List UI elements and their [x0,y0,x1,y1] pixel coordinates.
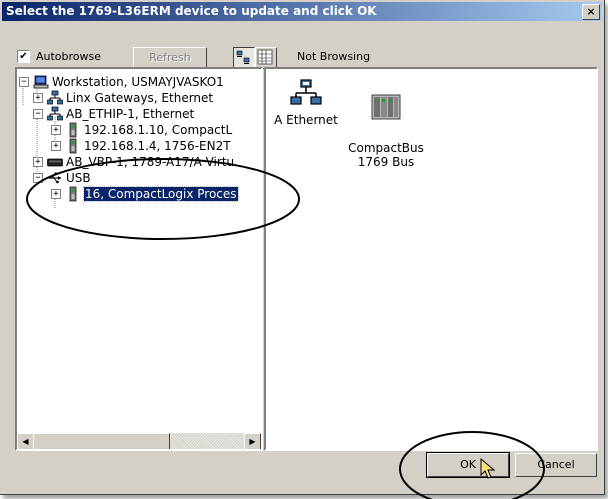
module-icon [69,186,77,202]
tree-node-expander[interactable]: − [33,109,43,119]
compactbus-icon [371,94,401,120]
network-icon [47,106,63,121]
device-item-compactbus[interactable]: CompactBus 1769 Bus [348,77,424,169]
tree-node-expander[interactable]: + [51,141,61,151]
title-bar[interactable]: Select the 1769-L36ERM device to update … [2,2,602,21]
browse-status: Not Browsing [297,50,371,63]
browse-toolbar: ✔ Autobrowse Refresh Not Browsing [15,47,595,69]
scroll-thumb[interactable] [33,433,170,449]
module-icon [69,138,77,154]
network-icon [47,90,63,105]
tree-node-label-selected: 16, CompactLogix Proces [83,186,239,202]
tree-node-expander[interactable]: − [19,77,29,87]
close-button[interactable]: × [582,4,600,20]
tree-node-expander[interactable]: + [33,93,43,103]
backplane-icon [47,158,63,167]
tree-node-label: USB [66,171,91,185]
list-view-icon [257,49,273,65]
cancel-button[interactable]: Cancel [515,453,597,477]
device-label: CompactBus 1769 Bus [348,141,424,169]
tree-node-label: AB_ETHIP-1, Ethernet [66,107,195,121]
tree-node-expander[interactable]: + [51,125,61,135]
usb-icon [48,172,61,184]
device-label: A Ethernet [274,113,338,127]
dialog-title: Select the 1769-L36ERM device to update … [6,4,377,18]
tree-node-expander[interactable]: + [51,189,61,199]
tree-node-label: AB_VBP-1, 1789-A17/A Virtu [66,155,235,169]
list-view-button[interactable] [255,47,277,69]
tree-node-expander[interactable]: − [33,173,43,183]
tree-node-label: Workstation, USMAYJVASKO1 [52,75,224,89]
scroll-left-button[interactable]: ◀ [17,433,34,449]
autobrowse-label[interactable]: Autobrowse [36,50,101,63]
update-device-dialog: Select the 1769-L36ERM device to update … [0,0,605,495]
ethernet-port-icon [290,79,322,105]
tree-node-expander[interactable]: + [33,157,43,167]
device-item-ethernet[interactable]: A Ethernet [274,77,338,127]
tree-node-label: Linx Gateways, Ethernet [66,91,214,105]
ok-button[interactable]: OK [426,452,510,478]
workstation-icon [33,75,49,89]
tree-horizontal-scrollbar[interactable]: ◀ ▶ [17,433,261,449]
autobrowse-checkbox[interactable]: ✔ [17,50,30,63]
large-icons-view-icon [236,50,250,64]
tree-node-label: 192.168.1.10, CompactL [84,123,233,137]
module-icon [69,122,77,138]
network-tree[interactable]: − Workstation, USMAYJVASKO1 + Linx Gatew… [15,67,263,451]
large-icons-view-button[interactable] [233,47,255,69]
tree-node-label: 192.168.1.4, 1756-EN2T [84,139,231,153]
mouse-pointer-icon [480,458,496,479]
scroll-right-button[interactable]: ▶ [244,433,261,449]
device-list[interactable]: A Ethernet CompactBus 1769 Bus [264,67,598,451]
refresh-button[interactable]: Refresh [133,47,207,69]
